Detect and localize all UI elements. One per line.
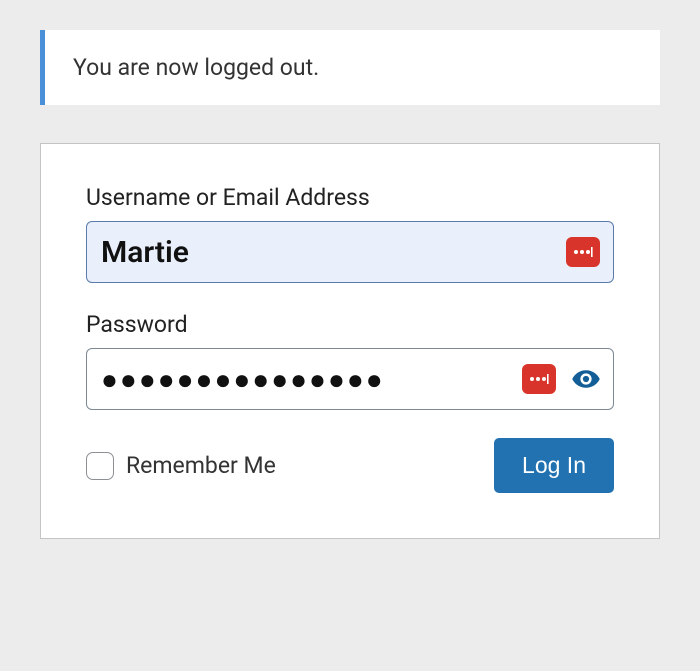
logout-notice: You are now logged out.: [40, 30, 660, 105]
login-form: Username or Email Address Martie Passwor…: [40, 143, 660, 539]
remember-me[interactable]: Remember Me: [86, 452, 276, 480]
remember-checkbox[interactable]: [86, 452, 114, 480]
show-password-button[interactable]: [568, 361, 604, 397]
password-field: Password ●●●●●●●●●●●●●●●: [86, 311, 614, 410]
username-label: Username or Email Address: [86, 184, 614, 211]
remember-label: Remember Me: [126, 452, 276, 479]
username-input-wrap: Martie: [86, 221, 614, 283]
username-input[interactable]: Martie: [86, 221, 614, 283]
login-button[interactable]: Log In: [494, 438, 614, 493]
notice-text: You are now logged out.: [73, 54, 319, 81]
form-footer: Remember Me Log In: [86, 438, 614, 493]
password-manager-icon[interactable]: [522, 364, 556, 394]
password-manager-icon[interactable]: [566, 237, 600, 267]
password-input-wrap: ●●●●●●●●●●●●●●●: [86, 348, 614, 410]
username-field: Username or Email Address Martie: [86, 184, 614, 283]
eye-icon: [571, 364, 601, 394]
password-label: Password: [86, 311, 614, 338]
